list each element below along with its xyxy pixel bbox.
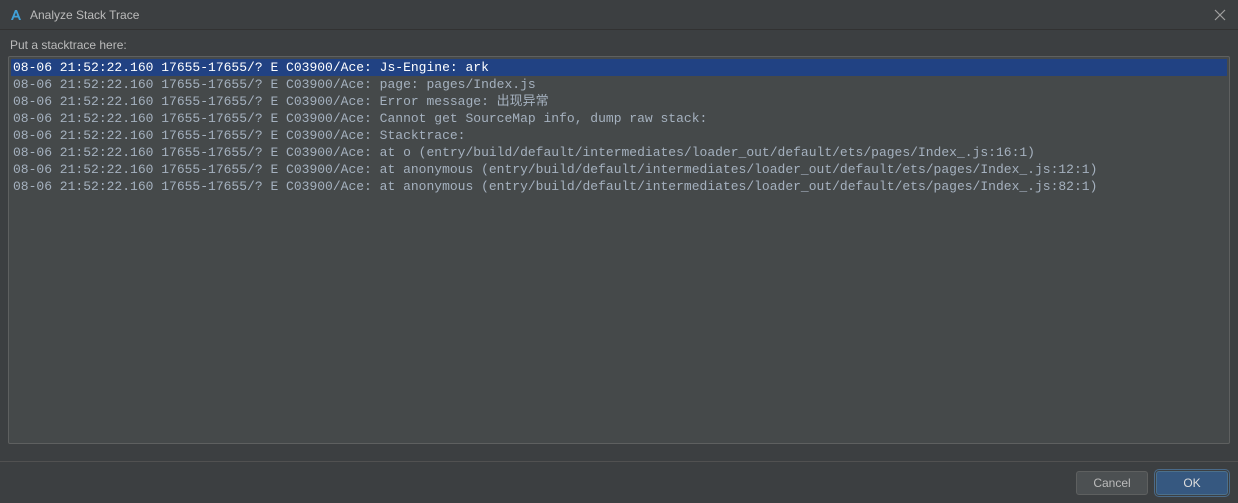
ok-button[interactable]: OK: [1156, 471, 1228, 495]
stacktrace-line[interactable]: 08-06 21:52:22.160 17655-17655/? E C0390…: [11, 110, 1227, 127]
stacktrace-line[interactable]: 08-06 21:52:22.160 17655-17655/? E C0390…: [11, 144, 1227, 161]
stacktrace-line[interactable]: 08-06 21:52:22.160 17655-17655/? E C0390…: [11, 178, 1227, 195]
close-button[interactable]: [1210, 5, 1230, 25]
content-area: Put a stacktrace here: 08-06 21:52:22.16…: [0, 30, 1238, 444]
window-title: Analyze Stack Trace: [30, 8, 139, 22]
cancel-button[interactable]: Cancel: [1076, 471, 1148, 495]
stacktrace-line[interactable]: 08-06 21:52:22.160 17655-17655/? E C0390…: [11, 127, 1227, 144]
stacktrace-label: Put a stacktrace here:: [8, 38, 1230, 52]
stacktrace-line[interactable]: 08-06 21:52:22.160 17655-17655/? E C0390…: [11, 161, 1227, 178]
stacktrace-line[interactable]: 08-06 21:52:22.160 17655-17655/? E C0390…: [11, 93, 1227, 110]
button-bar: Cancel OK: [0, 461, 1238, 503]
stacktrace-line[interactable]: 08-06 21:52:22.160 17655-17655/? E C0390…: [11, 76, 1227, 93]
app-icon: [8, 7, 24, 23]
stacktrace-input[interactable]: 08-06 21:52:22.160 17655-17655/? E C0390…: [8, 56, 1230, 444]
stacktrace-line[interactable]: 08-06 21:52:22.160 17655-17655/? E C0390…: [11, 59, 1227, 76]
titlebar: Analyze Stack Trace: [0, 0, 1238, 30]
